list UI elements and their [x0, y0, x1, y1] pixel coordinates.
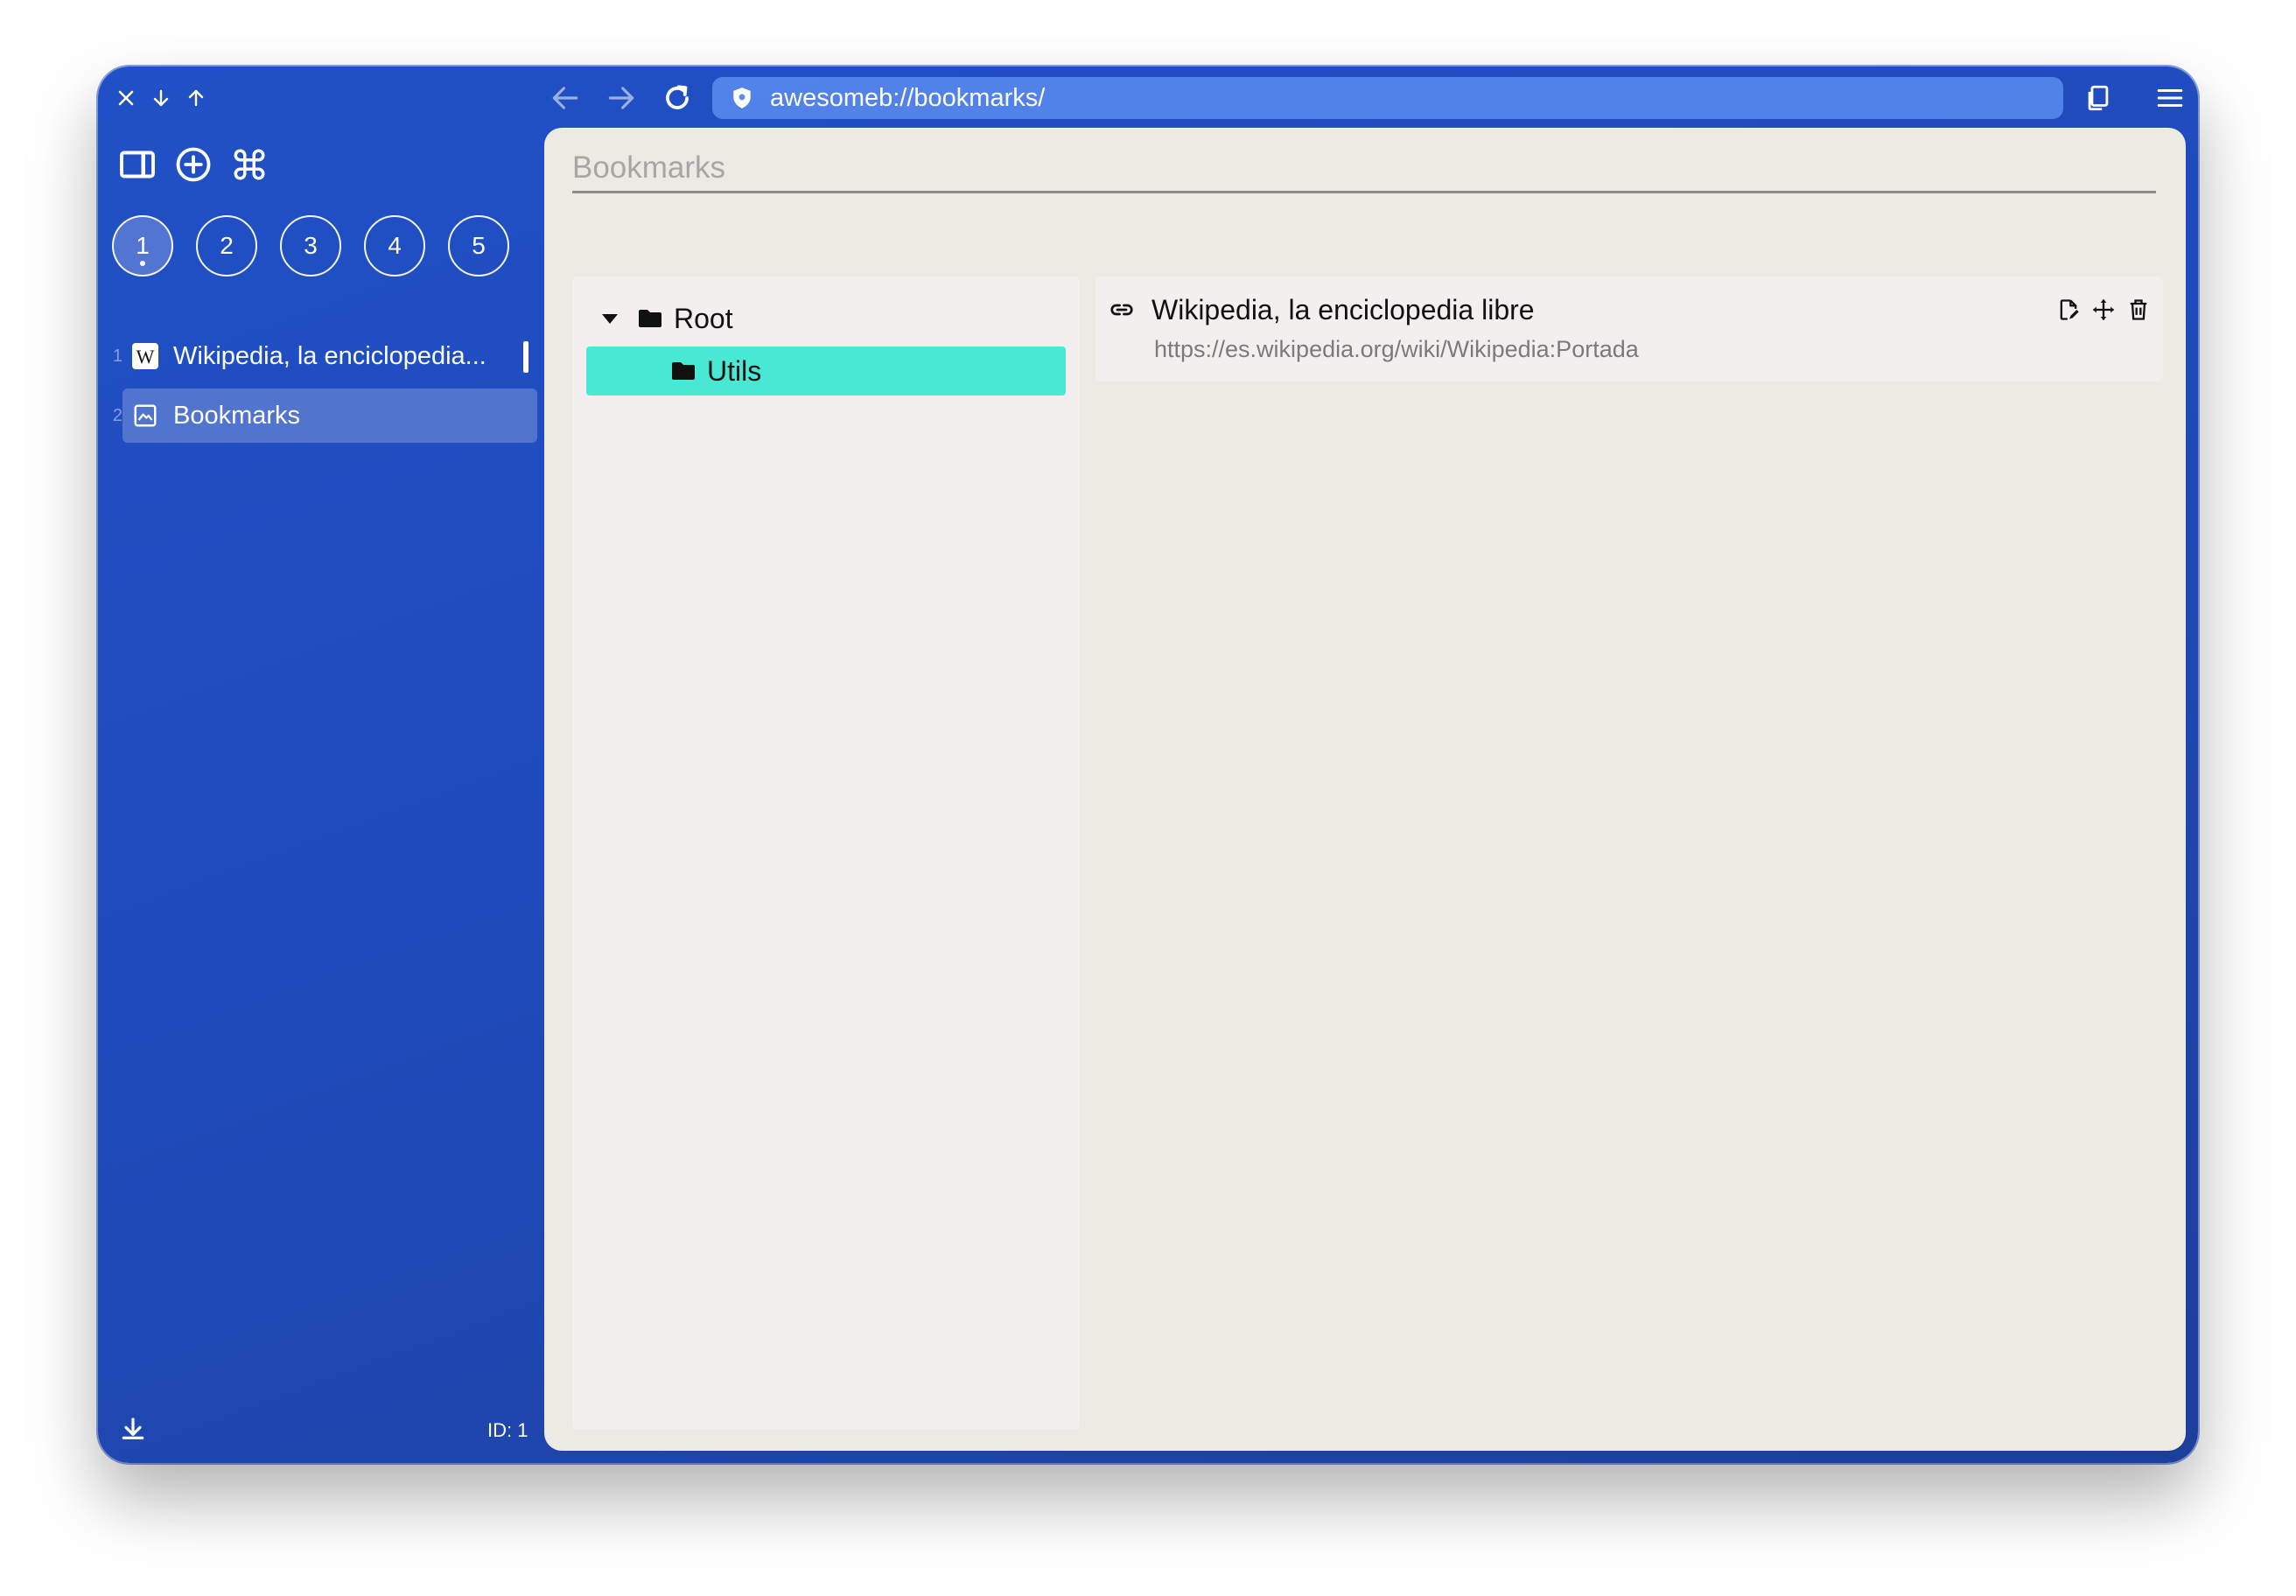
bookmark-item: Wikipedia, la enciclopedia libre https:/… — [1096, 276, 2163, 382]
tab-bookmarks[interactable]: Bookmarks — [122, 388, 537, 443]
svg-text:W: W — [136, 346, 155, 368]
bookmark-title-link[interactable]: Wikipedia, la enciclopedia libre — [1152, 294, 1535, 326]
sidebar-toggle-icon[interactable] — [114, 138, 161, 191]
tab-wikipedia[interactable]: W Wikipedia, la enciclopedia... — [122, 329, 537, 383]
link-icon — [1108, 296, 1136, 324]
close-icon[interactable] — [110, 82, 142, 114]
active-dot — [140, 261, 145, 266]
workspace-label: 4 — [388, 232, 402, 259]
bookmark-url: https://es.wikipedia.org/wiki/Wikipedia:… — [1154, 336, 1639, 362]
command-icon[interactable] — [226, 138, 273, 191]
bookmarks-search-input[interactable] — [572, 145, 2156, 193]
copy-icon[interactable] — [2077, 77, 2119, 119]
browser-window: 1 2 3 4 5 1 W Wikipedia, la enciclopedia… — [98, 66, 2198, 1463]
tree-item-root[interactable]: Root — [597, 296, 733, 341]
add-circle-icon[interactable] — [170, 138, 217, 191]
arrow-left-icon[interactable] — [544, 77, 586, 119]
workspace-button-4[interactable]: 4 — [364, 215, 425, 276]
workspace-label: 2 — [220, 232, 234, 259]
folder-icon — [670, 358, 696, 384]
workspace-label: 1 — [136, 232, 150, 259]
tab-number: 2 — [112, 405, 122, 425]
workspace-switcher: 1 2 3 4 5 — [112, 215, 509, 276]
workspace-label: 5 — [472, 232, 486, 259]
tree-label: Utils — [707, 354, 762, 387]
download-icon[interactable] — [112, 1409, 154, 1451]
bookmarks-page: Root Utils Wikipedia, la enciclopedia li… — [544, 128, 2186, 1451]
workspace-id-label: ID: 1 — [487, 1419, 528, 1441]
url-bar[interactable] — [712, 77, 2063, 119]
arrow-right-icon[interactable] — [600, 77, 642, 119]
arrow-up-icon[interactable] — [180, 82, 212, 114]
hamburger-menu-icon[interactable] — [2149, 77, 2191, 119]
tab-row: 1 W Wikipedia, la enciclopedia... — [98, 329, 537, 383]
folder-icon — [637, 305, 663, 332]
active-tab-indicator — [523, 341, 528, 373]
top-bar — [98, 66, 2198, 128]
tab-row: 2 Bookmarks — [98, 388, 537, 443]
wikipedia-icon: W — [130, 340, 161, 372]
tab-title: Wikipedia, la enciclopedia... — [173, 341, 486, 370]
arrow-down-icon[interactable] — [145, 82, 177, 114]
edit-icon[interactable] — [2054, 296, 2082, 324]
shield-icon — [724, 80, 760, 116]
url-input[interactable] — [768, 82, 1997, 114]
image-icon — [130, 400, 161, 431]
tab-title: Bookmarks — [173, 401, 301, 430]
caret-down-icon[interactable] — [597, 305, 623, 332]
move-icon[interactable] — [2090, 296, 2118, 324]
workspace-button-3[interactable]: 3 — [280, 215, 341, 276]
trash-icon[interactable] — [2124, 296, 2152, 324]
sidebar-toolbar — [114, 138, 273, 191]
bookmark-actions — [2054, 296, 2152, 324]
tab-number: 1 — [112, 346, 122, 366]
tree-label: Root — [674, 302, 733, 334]
workspace-button-5[interactable]: 5 — [448, 215, 509, 276]
folder-tree: Root Utils — [572, 276, 1080, 1430]
workspace-button-2[interactable]: 2 — [196, 215, 257, 276]
tree-item-utils[interactable]: Utils — [586, 346, 1066, 396]
reload-icon[interactable] — [656, 77, 698, 119]
workspace-button-1[interactable]: 1 — [112, 215, 173, 276]
workspace-label: 3 — [304, 232, 318, 259]
